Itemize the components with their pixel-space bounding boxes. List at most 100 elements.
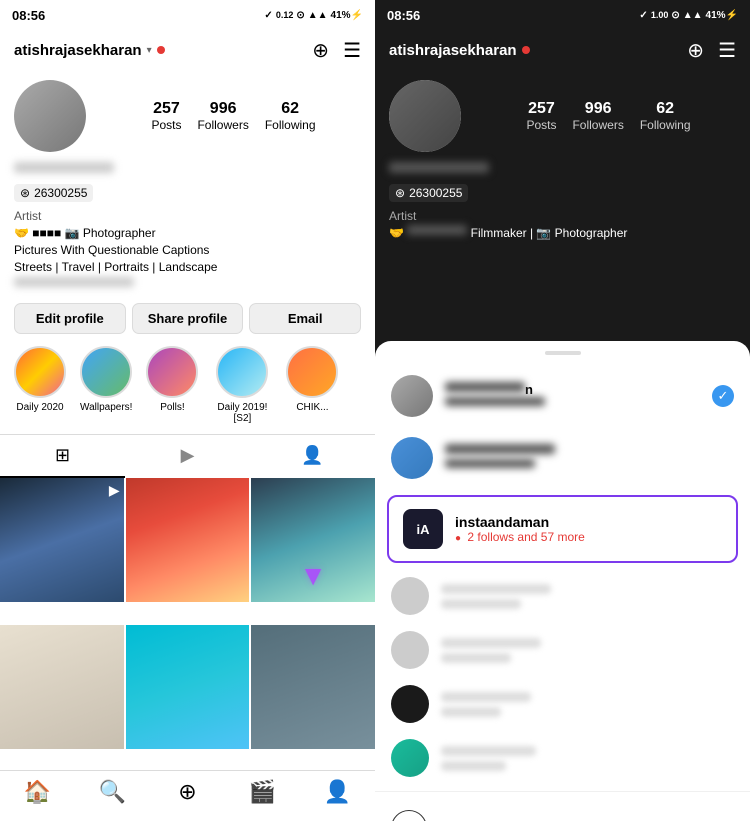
account-item-1[interactable]: n ✓ [375, 365, 750, 427]
avatar-right [389, 80, 461, 152]
check-icon-r: ✓ [639, 10, 647, 21]
add-post-icon-left[interactable]: ⊕ [312, 38, 329, 63]
account-item-blurred-1[interactable] [375, 569, 750, 623]
share-profile-button[interactable]: Share profile [132, 303, 244, 334]
account-avatar-2 [391, 437, 433, 479]
tab-grid[interactable]: ⊞ [0, 435, 125, 478]
wifi-icon: ⊙ [296, 10, 304, 21]
grid-item-3[interactable] [0, 625, 124, 749]
profile-header-left: 257 Posts 996 Followers 62 Following [14, 80, 361, 152]
grid-item-2[interactable]: ▼ [251, 478, 375, 602]
grid-item-0[interactable]: ▶ [0, 478, 124, 602]
arrow-down-icon: ▼ [299, 560, 327, 592]
stat-following-right: 62 Following [640, 100, 691, 132]
blurred-avatar-1 [391, 577, 429, 615]
highlight-circle-4 [286, 346, 338, 398]
reels-nav-icon: 🎬 [249, 779, 276, 805]
profile-link-left [14, 277, 361, 291]
status-icons-right: ✓ 1.00 ⊙ ▲▲ 41%⚡ [639, 10, 738, 21]
stats-row-right: 257 Posts 996 Followers 62 Following [481, 100, 736, 132]
tab-tagged[interactable]: 👤 [250, 435, 375, 478]
highlight-item-4[interactable]: CHIK... [286, 346, 338, 424]
highlight-circle-2 [146, 346, 198, 398]
highlights-left: Daily 2020 Wallpapers! Polls! Daily 2019… [0, 342, 375, 434]
live-dot-left [157, 46, 165, 54]
check-icon: ✓ [264, 10, 272, 21]
add-post-icon-right[interactable]: ⊕ [687, 38, 704, 63]
grid-item-5[interactable] [251, 625, 375, 749]
username-row-right[interactable]: atishrajasekharan [389, 42, 530, 59]
nav-home[interactable]: 🏠 [0, 779, 75, 805]
following-count-right: 62 [656, 100, 674, 118]
stat-followers-left: 996 Followers [197, 100, 248, 132]
account-item-instaandaman[interactable]: iA instaandaman ● 2 follows and 57 more [387, 495, 738, 563]
menu-icon-right[interactable]: ☰ [718, 38, 736, 63]
data-icon-r: 1.00 [651, 10, 669, 20]
add-account-icon: + [391, 810, 427, 821]
instaandaman-name-col: instaandaman ● 2 follows and 57 more [455, 514, 722, 544]
data-icon: 0.12 [276, 10, 294, 20]
stat-followers-right: 996 Followers [572, 100, 623, 132]
avatar-left [14, 80, 86, 152]
account-item-blurred-4[interactable] [375, 731, 750, 785]
following-label-left: Following [265, 118, 316, 132]
avatar-img-right [389, 80, 461, 152]
photo-grid-left: ▶ ▼ [0, 478, 375, 770]
posts-label-right: Posts [526, 118, 556, 132]
instaandaman-logo: iA [403, 509, 443, 549]
profile-badge-right: ⊛ 26300255 [389, 184, 468, 202]
blurred-avatar-4 [391, 739, 429, 777]
account-sub-1 [445, 397, 700, 411]
highlight-label-2: Polls! [160, 402, 184, 413]
posts-count-right: 257 [528, 100, 555, 118]
menu-icon-left[interactable]: ☰ [343, 38, 361, 63]
tabs-left: ⊞ ▶ 👤 [0, 434, 375, 478]
account-name-2 [445, 444, 734, 459]
account-item-2[interactable] [375, 427, 750, 489]
stat-posts-right: 257 Posts [526, 100, 556, 132]
nav-profile[interactable]: 👤 [300, 779, 375, 805]
time-right: 08:56 [387, 8, 420, 23]
nav-create[interactable]: ⊕ [150, 779, 225, 805]
instaandaman-name: instaandaman [455, 514, 722, 530]
highlight-item-0[interactable]: Daily 2020 [14, 346, 66, 424]
stat-posts-left: 257 Posts [151, 100, 181, 132]
profile-bio-left: 🤝 ■■■■ 📷 Photographer Pictures With Ques… [14, 225, 361, 275]
profile-name-left: ⊛ 26300255 [14, 162, 361, 205]
action-buttons-left: Edit profile Share profile Email [0, 297, 375, 342]
avatar-img-left [14, 80, 86, 152]
blurred-text-1 [441, 584, 551, 594]
reels-icon: ▶ [181, 445, 195, 466]
left-panel: 08:56 ✓ 0.12 ⊙ ▲▲ 41%⚡ atishrajasekharan… [0, 0, 375, 821]
highlight-item-1[interactable]: Wallpapers! [80, 346, 132, 424]
highlight-item-3[interactable]: Daily 2019! [S2] [212, 346, 272, 424]
highlight-circle-3 [216, 346, 268, 398]
followers-label-left: Followers [197, 118, 248, 132]
add-instagram-account-button[interactable]: + Add Instagram account [375, 798, 750, 821]
highlight-circle-1 [80, 346, 132, 398]
blurred-text-sub-4 [441, 761, 506, 771]
email-button[interactable]: Email [249, 303, 361, 334]
status-bar-left: 08:56 ✓ 0.12 ⊙ ▲▲ 41%⚡ [0, 0, 375, 28]
grid-item-4[interactable] [126, 625, 250, 749]
nav-icons-left: ⊕ ☰ [312, 38, 361, 63]
tab-reels[interactable]: ▶ [125, 435, 250, 478]
red-dot-icon: ● [455, 533, 461, 544]
highlight-item-2[interactable]: Polls! [146, 346, 198, 424]
highlight-label-0: Daily 2020 [16, 402, 63, 413]
account-item-blurred-3[interactable] [375, 677, 750, 731]
full-name-right [389, 162, 489, 173]
username-row-left[interactable]: atishrajasekharan ▾ [14, 42, 165, 59]
account-item-blurred-2[interactable] [375, 623, 750, 677]
profile-section-right: 257 Posts 996 Followers 62 Following [375, 72, 750, 248]
followers-count-right: 996 [585, 100, 612, 118]
battery-icon-r: 41%⚡ [706, 10, 738, 21]
grid-item-1[interactable] [126, 478, 250, 602]
edit-profile-button[interactable]: Edit profile [14, 303, 126, 334]
nav-reels[interactable]: 🎬 [225, 779, 300, 805]
home-icon: 🏠 [24, 779, 51, 805]
posts-count-left: 257 [153, 100, 180, 118]
highlight-label-1: Wallpapers! [80, 402, 132, 413]
chevron-down-icon-left: ▾ [147, 45, 152, 56]
nav-search[interactable]: 🔍 [75, 779, 150, 805]
